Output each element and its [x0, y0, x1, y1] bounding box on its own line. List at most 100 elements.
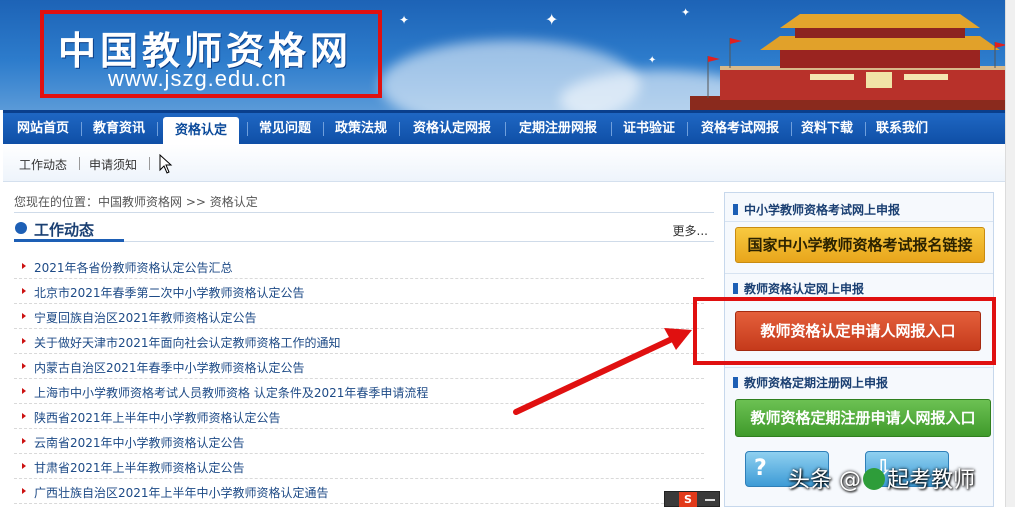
- breadcrumb: 您现在的位置：中国教师资格网 >> 资格认定: [14, 193, 714, 213]
- news-link[interactable]: 宁夏回族自治区2021年教师资格认定公告: [34, 309, 257, 326]
- nav-divider: [687, 122, 688, 136]
- nav-divider: [505, 122, 506, 136]
- news-link[interactable]: 陕西省2021年上半年中小学教师资格认定公告: [34, 409, 281, 426]
- list-item[interactable]: 2021年各省份教师资格认定公告汇总: [14, 254, 704, 279]
- breadcrumb-prefix: 您现在的位置：: [14, 195, 99, 209]
- sub-nav: 工作动态 申请须知: [3, 144, 1005, 182]
- triangle-bullet-icon: [22, 488, 26, 494]
- nav-divider: [247, 122, 248, 136]
- list-item[interactable]: 关于做好天津市2021年面向社会认定教师资格工作的通知: [14, 329, 704, 354]
- news-link[interactable]: 甘肃省2021年上半年教师资格认定公告: [34, 459, 245, 476]
- news-link[interactable]: 北京市2021年春季第二次中小学教师资格认定公告: [34, 284, 305, 301]
- watermark-suffix: 起考教师: [887, 468, 976, 493]
- sidebar-heading-text: 中小学教师资格考试网上申报: [744, 203, 901, 217]
- news-link[interactable]: 关于做好天津市2021年面向社会认定教师资格工作的通知: [34, 334, 341, 351]
- highlight-box: [693, 297, 996, 365]
- subnav-divider: [149, 157, 150, 170]
- triangle-bullet-icon: [22, 363, 26, 369]
- divider: [725, 273, 993, 274]
- nav-divider: [791, 122, 792, 136]
- main-nav: 网站首页 教育资讯 资格认定 常见问题 政策法规 资格认定网报 定期注册网报 证…: [3, 110, 1005, 147]
- question-mark-icon: ?: [754, 456, 767, 481]
- sidebar-heading-text: 教师资格定期注册网上申报: [744, 376, 889, 390]
- star-icon: ✦: [399, 13, 410, 27]
- exam-registration-button[interactable]: 国家中小学教师资格考试报名链接: [735, 227, 985, 263]
- breadcrumb-current[interactable]: 资格认定: [210, 195, 258, 209]
- list-item[interactable]: 上海市中小学教师资格考试人员教师资格 认定条件及2021年春季申请流程: [14, 379, 704, 404]
- news-link[interactable]: 云南省2021年中小学教师资格认定公告: [34, 434, 245, 451]
- list-item[interactable]: 广西壮族自治区2021年上半年中小学教师资格认定通告: [14, 479, 704, 504]
- list-item[interactable]: 内蒙古自治区2021年春季中小学教师资格认定公告: [14, 354, 704, 379]
- section-title: 工作动态: [34, 221, 95, 239]
- nav-item-exam-report[interactable]: 资格考试网报: [693, 113, 787, 144]
- nav-divider: [399, 122, 400, 136]
- nav-item-cert-verify[interactable]: 证书验证: [617, 113, 681, 144]
- nav-item-home[interactable]: 网站首页: [11, 113, 75, 144]
- sidebar-heading-text: 教师资格认定网上申报: [744, 282, 865, 296]
- star-icon: ✦: [681, 6, 691, 19]
- nav-item-faq[interactable]: 常见问题: [253, 113, 317, 144]
- triangle-bullet-icon: [22, 438, 26, 444]
- nav-item-downloads[interactable]: 资料下载: [795, 113, 859, 144]
- breadcrumb-separator: >>: [182, 195, 210, 209]
- subnav-item-work-updates[interactable]: 工作动态: [19, 156, 67, 173]
- section-bullet-icon: [15, 222, 27, 234]
- triangle-bullet-icon: [22, 463, 26, 469]
- news-link[interactable]: 上海市中小学教师资格考试人员教师资格 认定条件及2021年春季申请流程: [34, 384, 428, 401]
- star-icon: ✦: [648, 55, 657, 66]
- nav-item-certification[interactable]: 资格认定: [163, 117, 239, 147]
- sogou-s-icon: S: [679, 492, 697, 507]
- nav-item-registration-report[interactable]: 定期注册网报: [511, 113, 605, 144]
- site-logo[interactable]: 中国教师资格网 www.jszg.edu.cn: [40, 10, 382, 98]
- triangle-bullet-icon: [22, 338, 26, 344]
- triangle-bullet-icon: [22, 288, 26, 294]
- sidebar-heading-registration: 教师资格定期注册网上申报: [733, 374, 989, 394]
- logo-url: www.jszg.edu.cn: [108, 66, 287, 91]
- heading-marker-icon: [733, 283, 738, 294]
- watermark-logo-icon: [863, 468, 885, 490]
- vertical-scrollbar[interactable]: [1005, 0, 1015, 507]
- list-item[interactable]: 甘肃省2021年上半年教师资格认定公告: [14, 454, 704, 479]
- nav-divider: [865, 122, 866, 136]
- divider: [725, 221, 993, 222]
- news-link[interactable]: 广西壮族自治区2021年上半年中小学教师资格认定通告: [34, 484, 329, 501]
- section-header: 工作动态 更多...: [14, 216, 714, 242]
- breadcrumb-home-link[interactable]: 中国教师资格网: [98, 195, 182, 209]
- list-item[interactable]: 陕西省2021年上半年中小学教师资格认定公告: [14, 404, 704, 429]
- watermark: 头条 @ 起考教师: [788, 462, 975, 494]
- heading-marker-icon: [733, 204, 738, 215]
- registration-apply-button[interactable]: 教师资格定期注册申请人网报入口: [735, 399, 991, 437]
- watermark-prefix: 头条 @: [788, 468, 861, 493]
- nav-divider: [157, 122, 158, 136]
- list-item[interactable]: 宁夏回族自治区2021年教师资格认定公告: [14, 304, 704, 329]
- nav-item-cert-report[interactable]: 资格认定网报: [405, 113, 499, 144]
- floating-toolbar-widget[interactable]: S: [664, 491, 720, 507]
- nav-divider: [323, 122, 324, 136]
- subnav-item-application-notes[interactable]: 申请须知: [89, 156, 137, 173]
- nav-item-contact[interactable]: 联系我们: [869, 113, 935, 144]
- triangle-bullet-icon: [22, 388, 26, 394]
- list-item[interactable]: 北京市2021年春季第二次中小学教师资格认定公告: [14, 279, 704, 304]
- news-link[interactable]: 2021年各省份教师资格认定公告汇总: [34, 259, 233, 276]
- nav-item-news[interactable]: 教育资讯: [87, 113, 151, 144]
- news-list: 2021年各省份教师资格认定公告汇总 北京市2021年春季第二次中小学教师资格认…: [14, 254, 704, 504]
- site-banner: ✦ ✦ ✦ ✦ 中国教师资格网 www.jszg.edu.cn: [0, 0, 1015, 110]
- triangle-bullet-icon: [22, 413, 26, 419]
- mouse-cursor-icon: [159, 154, 173, 174]
- heading-marker-icon: [733, 377, 738, 388]
- nav-divider: [81, 122, 82, 136]
- minimize-icon[interactable]: [705, 499, 715, 501]
- star-icon: ✦: [545, 10, 559, 29]
- tiananmen-illustration: [690, 14, 1015, 110]
- more-link[interactable]: 更多...: [673, 222, 708, 239]
- subnav-divider: [79, 157, 80, 170]
- nav-item-policy[interactable]: 政策法规: [329, 113, 393, 144]
- list-item[interactable]: 云南省2021年中小学教师资格认定公告: [14, 429, 704, 454]
- page: ✦ ✦ ✦ ✦ 中国教师资格网 www.jszg.edu.cn 网站首页 教育资…: [0, 0, 1015, 507]
- sidebar-heading-exam: 中小学教师资格考试网上申报: [733, 201, 989, 221]
- triangle-bullet-icon: [22, 313, 26, 319]
- section-underline: [14, 239, 124, 242]
- news-link[interactable]: 内蒙古自治区2021年春季中小学教师资格认定公告: [34, 359, 305, 376]
- nav-divider: [611, 122, 612, 136]
- divider: [725, 367, 993, 368]
